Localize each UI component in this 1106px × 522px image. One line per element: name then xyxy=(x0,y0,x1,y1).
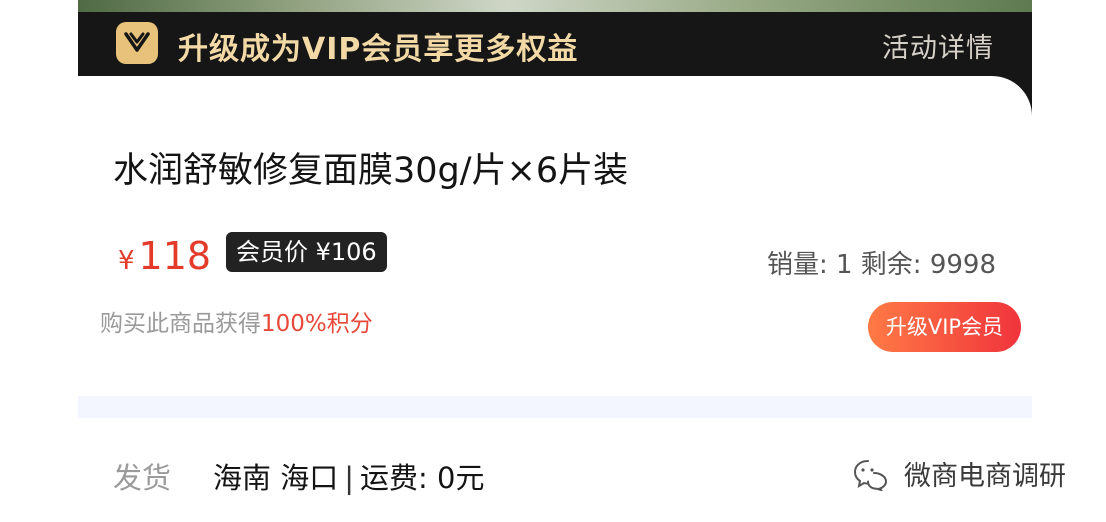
upgrade-vip-button[interactable]: 升级VIP会员 xyxy=(868,302,1021,352)
watermark: 微商电商调研 xyxy=(852,454,1066,494)
section-divider xyxy=(78,396,1032,418)
shipping-label: 发货 xyxy=(113,461,172,495)
member-price-badge: 会员价 ¥106 xyxy=(226,232,387,272)
product-image-edge xyxy=(78,0,1032,12)
watermark-text: 微商电商调研 xyxy=(904,461,1066,492)
points-info: 购买此商品获得100%积分 xyxy=(100,304,373,338)
points-highlight: 100%积分 xyxy=(261,311,373,337)
vip-promo-bar[interactable]: 升级成为VIP会员享更多权益 活动详情 xyxy=(78,12,1032,76)
product-title: 水润舒敏修复面膜30g/片×6片装 xyxy=(113,151,629,191)
shipping-fee: 运费: 0元 xyxy=(360,461,485,495)
activity-details-link[interactable]: 活动详情 xyxy=(882,26,994,65)
product-price: ¥118 xyxy=(118,234,211,278)
product-info-card: 水润舒敏修复面膜30g/片×6片装 ¥118 会员价 ¥106 销量: 1 剩余… xyxy=(78,76,1032,396)
shipping-location: 海南 海口 xyxy=(213,461,339,495)
points-prefix: 购买此商品获得 xyxy=(100,311,261,337)
vip-promo-text: 升级成为VIP会员享更多权益 xyxy=(178,32,579,67)
vip-heart-badge-icon xyxy=(116,22,158,64)
shipping-separator: | xyxy=(344,461,354,495)
sales-stock-stats: 销量: 1 剩余: 9998 xyxy=(766,250,996,280)
shipping-info[interactable]: 海南 海口 | 运费: 0元 xyxy=(213,455,484,497)
price-value: 118 xyxy=(138,234,212,278)
wechat-official-account-icon xyxy=(853,459,888,492)
currency-symbol: ¥ xyxy=(118,246,135,276)
